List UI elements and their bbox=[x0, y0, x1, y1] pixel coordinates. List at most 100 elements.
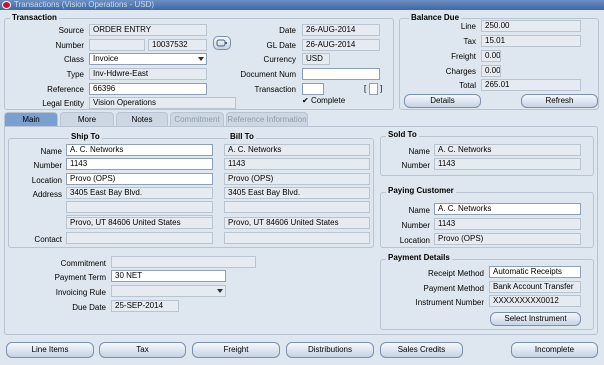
tab-more-label: More bbox=[77, 115, 97, 124]
bill-to-address-line-4[interactable]: Provo, UT 84606 United States bbox=[224, 217, 370, 229]
number-prefix-field[interactable] bbox=[89, 39, 145, 51]
ship-to-location-field[interactable]: Provo (OPS) bbox=[66, 173, 213, 185]
paying-number-label: Number bbox=[401, 221, 430, 230]
legal-entity-label: Legal Entity bbox=[42, 99, 84, 108]
freight-button-label: Freight bbox=[223, 345, 249, 354]
refresh-button[interactable]: Refresh bbox=[521, 94, 598, 108]
distributions-button[interactable]: Distributions bbox=[286, 342, 374, 358]
tab-notes-label: Notes bbox=[131, 115, 153, 124]
bill-to-name-field[interactable]: A. C. Networks bbox=[224, 144, 370, 156]
source-field[interactable]: ORDER ENTRY bbox=[89, 24, 207, 36]
bill-to-contact-field[interactable] bbox=[224, 232, 370, 244]
paying-customer-number-field[interactable]: 1143 bbox=[434, 218, 581, 230]
tax-label: Tax bbox=[463, 37, 476, 46]
total-amount-field[interactable]: 265.01 bbox=[481, 79, 581, 91]
class-value: Invoice bbox=[93, 54, 119, 63]
tax-button[interactable]: Tax bbox=[99, 342, 186, 358]
number-label: Number bbox=[55, 41, 84, 50]
bracket-field[interactable] bbox=[369, 83, 378, 95]
type-field[interactable]: Inv-Hdwre-East bbox=[89, 68, 207, 80]
distributions-button-label: Distributions bbox=[307, 345, 352, 354]
sold-name-label: Name bbox=[408, 147, 430, 156]
source-label: Source bbox=[58, 26, 84, 35]
ship-to-address-line-4[interactable]: Provo, UT 84606 United States bbox=[66, 217, 213, 229]
invoicing-rule-select[interactable] bbox=[111, 285, 226, 297]
date-label: Date bbox=[279, 26, 296, 35]
freight-button[interactable]: Freight bbox=[192, 342, 280, 358]
line-items-button-label: Line Items bbox=[31, 345, 69, 354]
due-date-field[interactable]: 25-SEP-2014 bbox=[111, 300, 179, 312]
tab-commitment[interactable]: Commitment bbox=[170, 112, 224, 126]
charges-label: Charges bbox=[445, 67, 476, 76]
ship-contact-label: Contact bbox=[34, 235, 62, 244]
ship-to-number-field[interactable]: 1143 bbox=[66, 158, 213, 170]
ship-to-address-line-1[interactable]: 3405 East Bay Blvd. bbox=[66, 187, 213, 199]
class-select[interactable]: Invoice bbox=[89, 53, 207, 65]
instrument-number-label: Instrument Number bbox=[415, 298, 484, 307]
ship-to-section-title: Ship To bbox=[69, 132, 102, 141]
sold-to-section-title: Sold To bbox=[386, 130, 419, 139]
paying-customer-name-field[interactable]: A. C. Networks bbox=[434, 203, 581, 215]
bill-to-address-line-1[interactable]: 3405 East Bay Blvd. bbox=[224, 187, 370, 199]
incomplete-button[interactable]: Incomplete bbox=[511, 342, 598, 358]
commitment-field[interactable] bbox=[111, 256, 256, 268]
window-title: Transactions (Vision Operations - USD) bbox=[14, 0, 155, 9]
line-items-button[interactable]: Line Items bbox=[6, 342, 94, 358]
line-amount-field[interactable]: 250.00 bbox=[481, 20, 581, 32]
type-label: Type bbox=[66, 70, 84, 79]
ship-to-address-line-2[interactable] bbox=[66, 201, 213, 213]
ship-to-contact-field[interactable] bbox=[66, 232, 213, 244]
chevron-down-icon[interactable] bbox=[217, 289, 223, 293]
ship-location-label: Location bbox=[31, 176, 62, 185]
incomplete-button-label: Incomplete bbox=[534, 345, 575, 354]
complete-checkbox[interactable]: ✔ Complete bbox=[302, 96, 345, 105]
select-instrument-button[interactable]: Select Instrument bbox=[490, 312, 581, 326]
transaction-label: Transaction bbox=[254, 85, 297, 94]
tab-notes[interactable]: Notes bbox=[116, 112, 168, 126]
paying-customer-location-field[interactable]: Provo (OPS) bbox=[434, 233, 581, 245]
payment-method-field[interactable]: Bank Account Transfer bbox=[489, 281, 581, 293]
line-label: Line bbox=[460, 22, 476, 31]
tab-main[interactable]: Main bbox=[4, 112, 58, 126]
transaction-number-field[interactable]: 10037532 bbox=[148, 39, 207, 51]
gl-date-field[interactable]: 26-AUG-2014 bbox=[302, 39, 380, 51]
instrument-number-field[interactable]: XXXXXXXXX0012 bbox=[489, 295, 581, 307]
tab-main-label: Main bbox=[22, 115, 40, 124]
bracket-close: ] bbox=[380, 84, 383, 93]
sold-number-label: Number bbox=[401, 161, 430, 170]
tax-amount-field[interactable]: 15.01 bbox=[481, 35, 581, 47]
bill-to-address-line-2[interactable] bbox=[224, 201, 370, 213]
tab-commitment-label: Commitment bbox=[174, 115, 220, 124]
sold-to-name-field[interactable]: A. C. Networks bbox=[434, 144, 581, 156]
bracket-open: [ bbox=[364, 84, 367, 93]
document-num-label: Document Num bbox=[240, 70, 296, 79]
date-field[interactable]: 26-AUG-2014 bbox=[302, 24, 380, 36]
class-label: Class bbox=[63, 55, 84, 64]
details-button[interactable]: Details bbox=[404, 94, 481, 108]
receipt-method-field[interactable]: Automatic Receipts bbox=[489, 266, 581, 278]
sales-credits-button[interactable]: Sales Credits bbox=[380, 342, 463, 358]
legal-entity-field[interactable]: Vision Operations bbox=[89, 97, 236, 109]
payment-term-field[interactable]: 30 NET bbox=[111, 270, 226, 282]
flashlight-button[interactable] bbox=[213, 36, 231, 50]
tab-more[interactable]: More bbox=[60, 112, 114, 126]
flashlight-icon bbox=[216, 39, 227, 47]
sold-to-number-field[interactable]: 1143 bbox=[434, 158, 581, 170]
bill-to-number-field[interactable]: 1143 bbox=[224, 158, 370, 170]
select-instrument-button-label: Select Instrument bbox=[504, 314, 567, 323]
tab-reference-information[interactable]: Reference Information bbox=[226, 112, 308, 126]
document-num-field[interactable] bbox=[302, 68, 380, 80]
ship-to-name-field[interactable]: A. C. Networks bbox=[66, 144, 213, 156]
reference-field[interactable]: 66396 bbox=[89, 83, 207, 95]
transaction-field[interactable] bbox=[302, 83, 324, 95]
freight-amount-field[interactable]: 0.00 bbox=[481, 50, 501, 62]
charges-amount-field[interactable]: 0.00 bbox=[481, 65, 501, 77]
bill-to-location-field[interactable]: Provo (OPS) bbox=[224, 173, 370, 185]
checkmark-icon: ✔ bbox=[302, 96, 309, 105]
currency-field[interactable]: USD bbox=[302, 53, 330, 65]
payment-details-section-title: Payment Details bbox=[386, 253, 452, 262]
window-titlebar: Transactions (Vision Operations - USD) bbox=[0, 0, 604, 10]
payment-term-label: Payment Term bbox=[54, 273, 106, 282]
chevron-down-icon[interactable] bbox=[198, 57, 204, 61]
freight-label: Freight bbox=[451, 52, 476, 61]
